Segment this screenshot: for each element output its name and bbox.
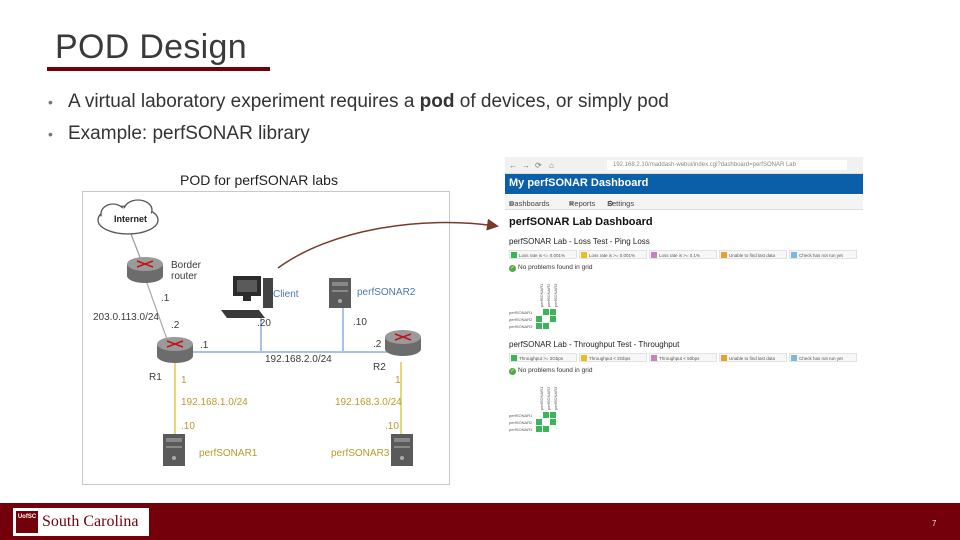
grid-row-label: perfSONAR1 xyxy=(509,310,533,315)
legend-item: Loss rate is <= 0.001% xyxy=(509,250,577,259)
page-number: 7 xyxy=(932,519,937,528)
grid-cell[interactable] xyxy=(543,426,549,432)
dashboard-nav: ≡ Dashboards ≡ Reports ⚙ Settings xyxy=(505,195,863,210)
loss-status: ✓ No problems found in grid xyxy=(509,264,593,272)
grid-col-label: perfSONAR3 xyxy=(553,386,558,410)
grid-cell[interactable] xyxy=(543,309,549,315)
grid-cell[interactable] xyxy=(550,309,556,315)
university-logo: UofSC South Carolina xyxy=(13,508,149,536)
grid-row-label: perfSONAR2 xyxy=(509,420,533,425)
grid-row-label: perfSONAR3 xyxy=(509,427,533,432)
throughput-status: ✓ No problems found in grid xyxy=(509,367,593,375)
legend-item: Throughput < 50bps xyxy=(649,353,717,362)
legend-item: Loss rate is >= 0.1% xyxy=(649,250,717,259)
logo-text: South Carolina xyxy=(42,513,139,530)
legend-item: Loss rate is >= 0.001% xyxy=(579,250,647,259)
grid-cell[interactable] xyxy=(550,419,556,425)
dashboard-header: My perfSONAR Dashboard xyxy=(505,174,863,194)
grid-cell[interactable] xyxy=(536,426,542,432)
forward-icon[interactable]: → xyxy=(522,161,530,170)
grid-row-label: perfSONAR1 xyxy=(509,413,533,418)
legend-item: Unable to find last data xyxy=(719,353,787,362)
loss-section-title: perfSONAR Lab - Loss Test - Ping Loss xyxy=(509,237,650,246)
grid-cell[interactable] xyxy=(550,412,556,418)
lab-dashboard-title: perfSONAR Lab Dashboard xyxy=(509,216,653,228)
back-icon[interactable]: ← xyxy=(509,161,517,170)
home-icon[interactable]: ⌂ xyxy=(549,161,554,170)
grid-cell[interactable] xyxy=(550,316,556,322)
grid-row-label: perfSONAR2 xyxy=(509,317,533,322)
browser-toolbar: ← → ⟳ ⌂ 192.168.2.10/maddash-webui/index… xyxy=(505,157,863,174)
grid-col-label: perfSONAR3 xyxy=(553,283,558,307)
grid-cell[interactable] xyxy=(536,419,542,425)
logo-mark: UofSC xyxy=(16,511,38,533)
throughput-legend: Throughput >= 2Gbps Throughput < 2Gbps T… xyxy=(509,353,861,363)
reload-icon[interactable]: ⟳ xyxy=(535,161,542,170)
grid-col-label: perfSONAR2 xyxy=(546,386,551,410)
check-icon: ✓ xyxy=(509,368,516,375)
check-icon: ✓ xyxy=(509,265,516,272)
grid-row-label: perfSONAR3 xyxy=(509,324,533,329)
legend-item: Unable to find last data xyxy=(719,250,787,259)
grid-col-label: perfSONAR1 xyxy=(539,386,544,410)
dashboard-app-title: My perfSONAR Dashboard xyxy=(509,177,649,189)
grid-cell[interactable] xyxy=(536,323,542,329)
grid-col-label: perfSONAR1 xyxy=(539,283,544,307)
grid-cell[interactable] xyxy=(543,412,549,418)
address-bar[interactable]: 192.168.2.10/maddash-webui/index.cgi?das… xyxy=(607,160,847,170)
grid-cell[interactable] xyxy=(536,316,542,322)
legend-item: Throughput >= 2Gbps xyxy=(509,353,577,362)
throughput-section-title: perfSONAR Lab - Throughput Test - Throug… xyxy=(509,340,680,349)
dashboard-screenshot: ← → ⟳ ⌂ 192.168.2.10/maddash-webui/index… xyxy=(505,157,863,432)
loss-legend: Loss rate is <= 0.001% Loss rate is >= 0… xyxy=(509,250,861,260)
grid-cell[interactable] xyxy=(543,323,549,329)
legend-item: Throughput < 2Gbps xyxy=(579,353,647,362)
legend-item: Check has not run yet xyxy=(789,250,857,259)
grid-col-label: perfSONAR2 xyxy=(546,283,551,307)
legend-item: Check has not run yet xyxy=(789,353,857,362)
